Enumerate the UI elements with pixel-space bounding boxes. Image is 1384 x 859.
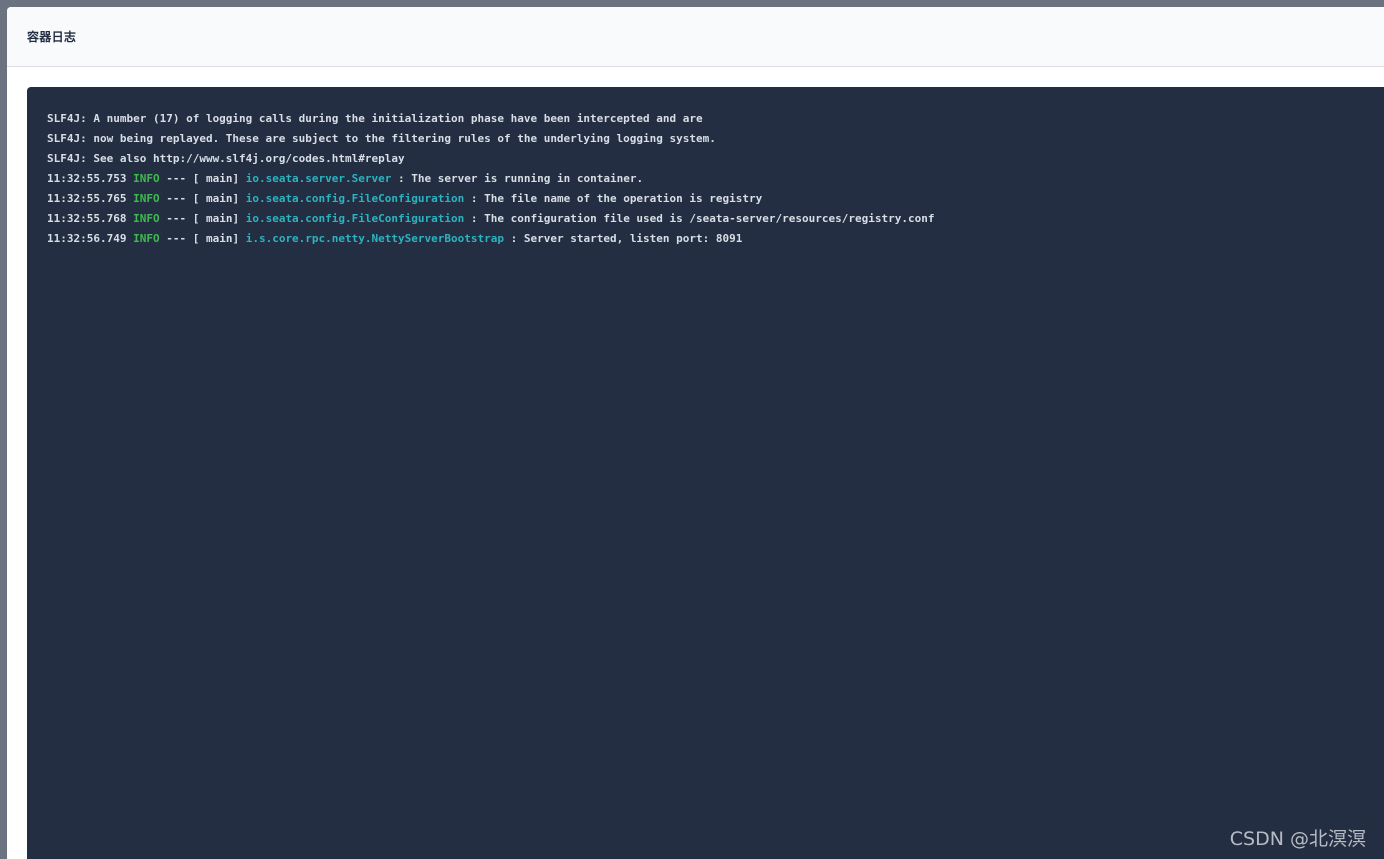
log-level: INFO [133,172,160,185]
log-message: : The file name of the operation is regi… [464,192,763,205]
container-log-dialog: 容器日志 SLF4J: A number (17) of logging cal… [7,7,1384,859]
log-logger: io.seata.config.FileConfiguration [245,192,465,205]
log-logger: io.seata.config.FileConfiguration [245,212,465,225]
log-thread: --- [ main] [159,212,246,225]
log-logger: io.seata.server.Server [245,172,392,185]
log-line: SLF4J: See also http://www.slf4j.org/cod… [47,152,405,165]
log-time: 11:32:56.749 [47,232,127,245]
dialog-header: 容器日志 [7,7,1384,67]
log-thread: --- [ main] [159,192,246,205]
log-logger: i.s.core.rpc.netty.NettyServerBootstrap [245,232,504,245]
csdn-watermark: CSDN @北溟溟 [1229,828,1366,850]
log-message: : The server is running in container. [391,172,644,185]
log-level: INFO [133,212,160,225]
log-message: : The configuration file used is /seata-… [464,212,935,225]
log-entry: 11:32:55.768 INFO --- [ main] io.seata.c… [47,209,1384,229]
log-line: SLF4J: now being replayed. These are sub… [47,132,716,145]
log-level: INFO [133,232,160,245]
log-message: : Server started, listen port: 8091 [503,232,743,245]
log-entry: 11:32:55.765 INFO --- [ main] io.seata.c… [47,189,1384,209]
log-level: INFO [133,192,160,205]
log-time: 11:32:55.765 [47,192,127,205]
log-entry: 11:32:55.753 INFO --- [ main] io.seata.s… [47,169,1384,189]
log-thread: --- [ main] [159,232,246,245]
log-thread: --- [ main] [159,172,246,185]
log-time: 11:32:55.753 [47,172,127,185]
dialog-title: 容器日志 [27,30,77,44]
log-panel[interactable]: SLF4J: A number (17) of logging calls du… [27,87,1384,859]
log-time: 11:32:55.768 [47,212,127,225]
log-line: SLF4J: A number (17) of logging calls du… [47,112,703,125]
log-entry: 11:32:56.749 INFO --- [ main] i.s.core.r… [47,229,1384,249]
